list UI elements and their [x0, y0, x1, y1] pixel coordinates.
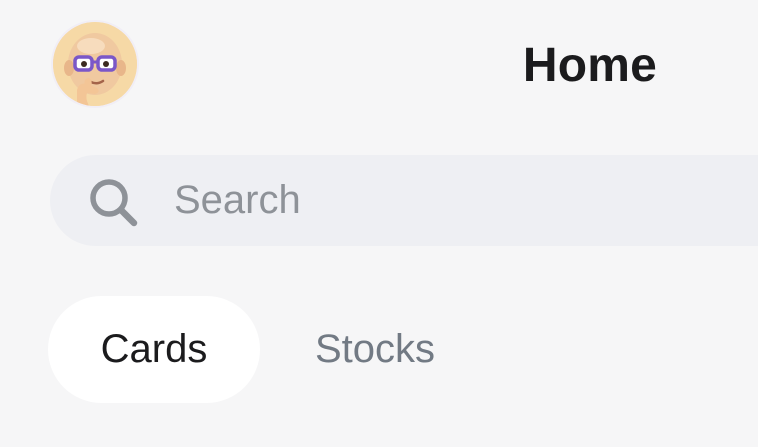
tab-cards[interactable]: Cards	[48, 296, 260, 403]
page-title: Home	[522, 39, 658, 92]
search-bar[interactable]	[50, 155, 758, 246]
home-screen: Home Cards Stocks	[0, 0, 758, 447]
tab-stocks[interactable]: Stocks	[280, 296, 470, 403]
search-input[interactable]	[174, 155, 758, 246]
search-icon	[90, 179, 138, 227]
